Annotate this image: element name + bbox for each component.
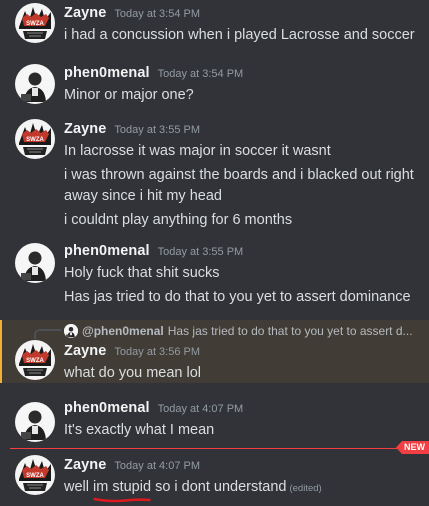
username[interactable]: Zayne	[64, 121, 106, 137]
message-group: Zayne Today at 3:54 PM i had a concussio…	[0, 5, 429, 46]
reply-text[interactable]: Has jas tried to do that to you yet to a…	[168, 324, 413, 338]
red-underline-annotation	[93, 497, 151, 503]
message-text: what do you mean lol	[64, 365, 202, 381]
reply-preview[interactable]: @phen0menal Has jas tried to do that to …	[0, 321, 429, 341]
username[interactable]: Zayne	[64, 5, 106, 21]
message-text: i was thrown against the boards and i bl…	[64, 167, 414, 204]
message-text: well im stupid so i dont understand (edit…	[64, 477, 419, 503]
username[interactable]: phen0menal	[64, 400, 150, 416]
reply-username[interactable]: @phen0menal	[82, 324, 164, 338]
message-group: Zayne Today at 3:56 PM what do you mean …	[0, 343, 429, 384]
username[interactable]: Zayne	[64, 457, 106, 473]
edited-label: (edited)	[289, 483, 322, 494]
message-group: phen0menal Today at 3:54 PM Minor or maj…	[0, 65, 429, 106]
message-text: Has jas tried to do that to you yet to a…	[64, 289, 411, 305]
username[interactable]: phen0menal	[64, 65, 150, 81]
reply-avatar	[64, 324, 78, 338]
message-text: It's exactly what I mean	[64, 422, 215, 438]
timestamp[interactable]: Today at 4:07 PM	[158, 403, 244, 415]
timestamp[interactable]: Today at 3:56 PM	[114, 346, 200, 358]
username[interactable]: phen0menal	[64, 243, 150, 259]
message-text-part: well	[64, 479, 94, 495]
timestamp[interactable]: Today at 3:54 PM	[158, 68, 244, 80]
new-badge: NEW	[396, 441, 429, 454]
message-text: In lacrosse it was major in soccer it wa…	[64, 143, 331, 159]
message-text: i couldnt play anything for 6 months	[64, 212, 293, 228]
timestamp[interactable]: Today at 3:54 PM	[114, 8, 200, 20]
timestamp[interactable]: Today at 3:55 PM	[158, 246, 244, 258]
timestamp[interactable]: Today at 4:07 PM	[114, 460, 200, 472]
message-group: Zayne Today at 4:07 PM well im stupid so…	[0, 457, 429, 503]
message-text: i had a concussion when i played Lacross…	[64, 27, 415, 43]
timestamp[interactable]: Today at 3:55 PM	[114, 124, 200, 136]
new-messages-divider: NEW	[10, 441, 429, 454]
chat-message-list[interactable]: Zayne Today at 3:54 PM i had a concussio…	[0, 0, 429, 506]
message-text: Minor or major one?	[64, 87, 194, 103]
message-group: phen0menal Today at 3:55 PM Holy fuck th…	[0, 243, 429, 308]
username[interactable]: Zayne	[64, 343, 106, 359]
message-text: Holy fuck that shit sucks	[64, 265, 220, 281]
message-text-part: so i dont understand	[151, 479, 287, 495]
message-group: Zayne Today at 3:55 PM In lacrosse it wa…	[0, 121, 429, 231]
annotated-phrase: im stupid	[93, 477, 151, 503]
message-group: phen0menal Today at 4:07 PM It's exactly…	[0, 400, 429, 441]
